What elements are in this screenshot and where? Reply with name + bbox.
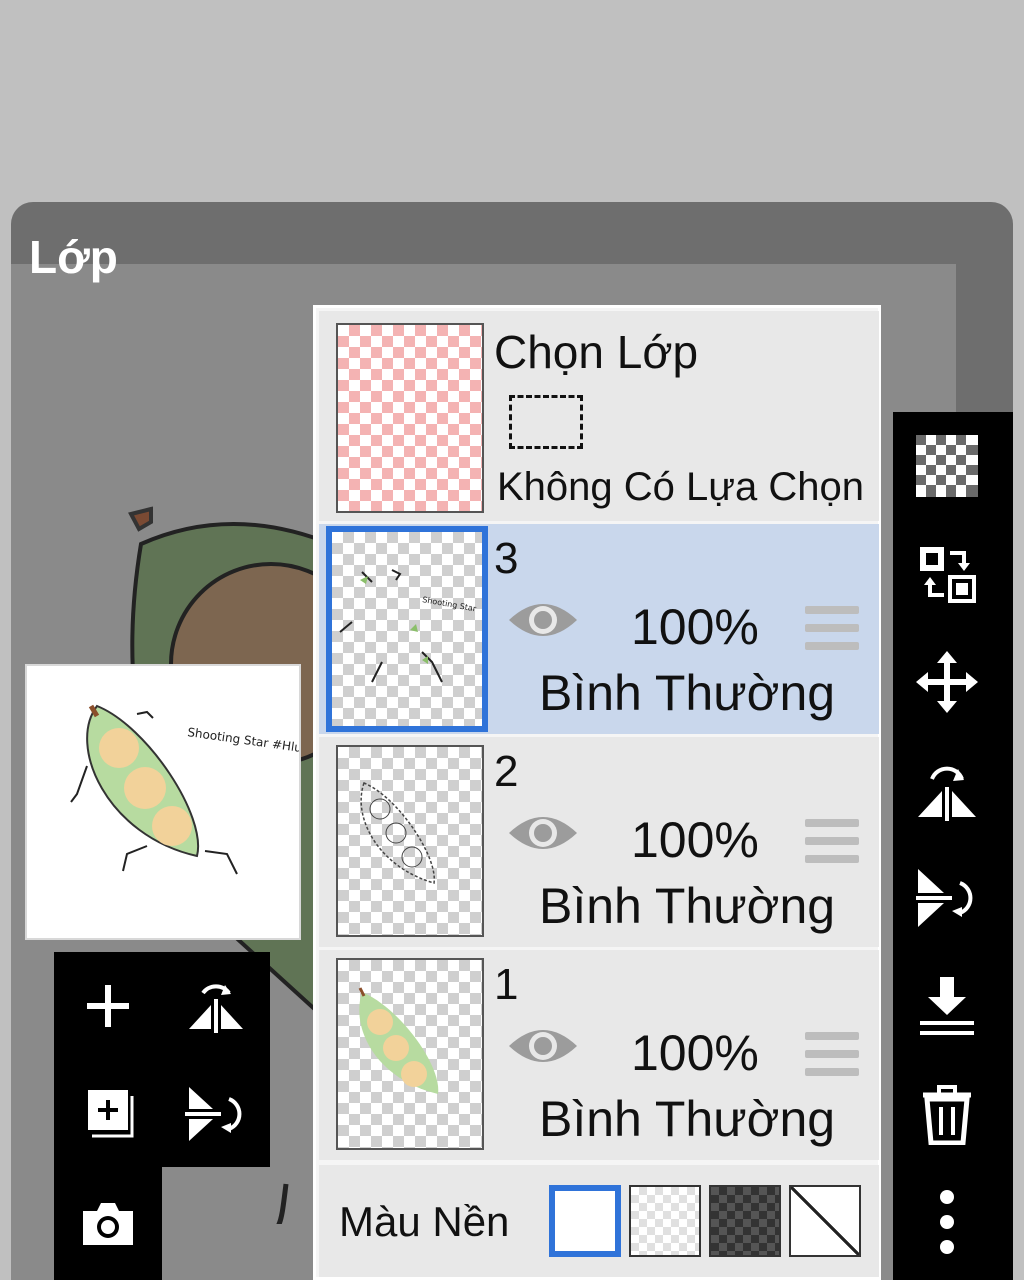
canvas-preview[interactable]: Shooting Star #Hluidqe247 [25,664,351,940]
layer-row-3[interactable]: Shooting Star 3 100% Bình Thường [319,524,879,734]
selection-title: Chọn Lớp [494,326,699,378]
bg-option-none[interactable] [789,1185,861,1257]
flip-horizontal-rotate-button[interactable] [893,736,1001,844]
flip-horizontal-rotate-icon [918,766,976,821]
flip-horizontal-button[interactable] [162,952,270,1060]
layers-panel: Lớp Shooting Star #Hluidqe247 Chọn Lớp K… [11,202,1013,1280]
selection-layer-row[interactable]: Chọn Lớp Không Có Lựa Chọn [319,311,879,521]
layer-opacity[interactable]: 100% [631,1024,759,1082]
add-layer-button[interactable] [54,952,162,1060]
pod-stem [128,506,153,532]
more-options-button[interactable] [893,1168,1001,1276]
pod-leg [276,1183,289,1224]
layer-blend-mode[interactable]: Bình Thường [539,664,835,722]
selection-thumbnail [336,323,484,513]
layer-number: 1 [494,960,519,1009]
move-button[interactable] [893,628,1001,736]
selection-marquee-icon [509,395,583,449]
eye-icon [509,817,577,849]
preview-leg [204,850,238,875]
flip-vertical-rotate-button[interactable] [893,844,1001,952]
swap-layers-icon [920,547,976,603]
drag-handle-icon[interactable] [805,606,859,650]
preview-caption: Shooting Star #Hluidqe247 [187,725,299,762]
layer-row-2[interactable]: 2 100% Bình Thường [319,737,879,947]
background-color-row: Màu Nền [319,1165,879,1277]
delete-layer-button[interactable] [893,1060,1001,1168]
flip-vertical-icon [185,1087,242,1141]
selection-status: Không Có Lựa Chọn [497,465,865,509]
right-toolbar [893,412,1013,1280]
background-color-label: Màu Nền [339,1198,510,1245]
layer-visibility-toggle[interactable] [505,1022,581,1075]
layer-number: 2 [494,747,519,796]
layer-thumbnail [336,745,484,937]
layer-thumbnail-art [358,987,439,1094]
flip-horizontal-icon [189,984,243,1033]
top-empty-area [0,0,1024,210]
duplicate-layer-icon [88,1090,134,1138]
layer-thumbnail: Shooting Star [326,526,488,732]
flip-vertical-button[interactable] [162,1060,270,1168]
drag-handle-icon[interactable] [805,819,859,863]
svg-text:Shooting Star: Shooting Star [422,595,478,613]
preview-arm [136,710,154,719]
move-icon [916,651,978,713]
layer-visibility-toggle[interactable] [505,596,581,649]
left-toolbar [54,952,270,1167]
add-layer-icon [87,985,129,1027]
flip-vertical-rotate-icon [916,869,973,927]
eye-icon [509,1030,577,1062]
camera-icon [83,1203,133,1245]
transparency-button[interactable] [893,412,1001,520]
trash-icon [923,1085,971,1145]
layer-row-1[interactable]: 1 100% Bình Thường [319,950,879,1160]
layer-opacity[interactable]: 100% [631,811,759,869]
layer-opacity[interactable]: 100% [631,598,759,656]
bg-option-transparent-dark[interactable] [709,1185,781,1257]
eye-icon [509,604,577,636]
preview-art: Shooting Star #Hluidqe247 [70,704,351,875]
layer-number: 3 [494,534,519,583]
preview-leg [122,845,148,872]
swap-layers-button[interactable] [893,520,1001,628]
preview-pea [152,806,192,846]
drag-handle-icon[interactable] [805,1032,859,1076]
panel-title: Lớp [29,231,118,283]
merge-down-button[interactable] [893,952,1001,1060]
layer-thumbnail [336,958,484,1150]
more-vertical-icon [940,1190,954,1254]
camera-button[interactable] [54,1170,162,1278]
bg-option-white[interactable] [549,1185,621,1257]
transparency-icon [916,435,978,497]
layer-blend-mode[interactable]: Bình Thường [539,877,835,935]
preview-pea [124,767,166,809]
left-toolbar-extra [54,1166,162,1280]
bg-option-transparent-light[interactable] [629,1185,701,1257]
layer-list: Chọn Lớp Không Có Lựa Chọn Shooting Star… [313,305,881,1280]
duplicate-layer-button[interactable] [54,1060,162,1168]
app-root: Lớp Shooting Star #Hluidqe247 Chọn Lớp K… [0,0,1024,1280]
layer-thumbnail-art [360,782,435,884]
merge-down-icon [920,977,974,1035]
layer-blend-mode[interactable]: Bình Thường [539,1090,835,1148]
preview-arm [70,765,88,803]
layer-thumbnail-art: Shooting Star [339,569,478,683]
layer-visibility-toggle[interactable] [505,809,581,862]
preview-pea [99,728,139,768]
